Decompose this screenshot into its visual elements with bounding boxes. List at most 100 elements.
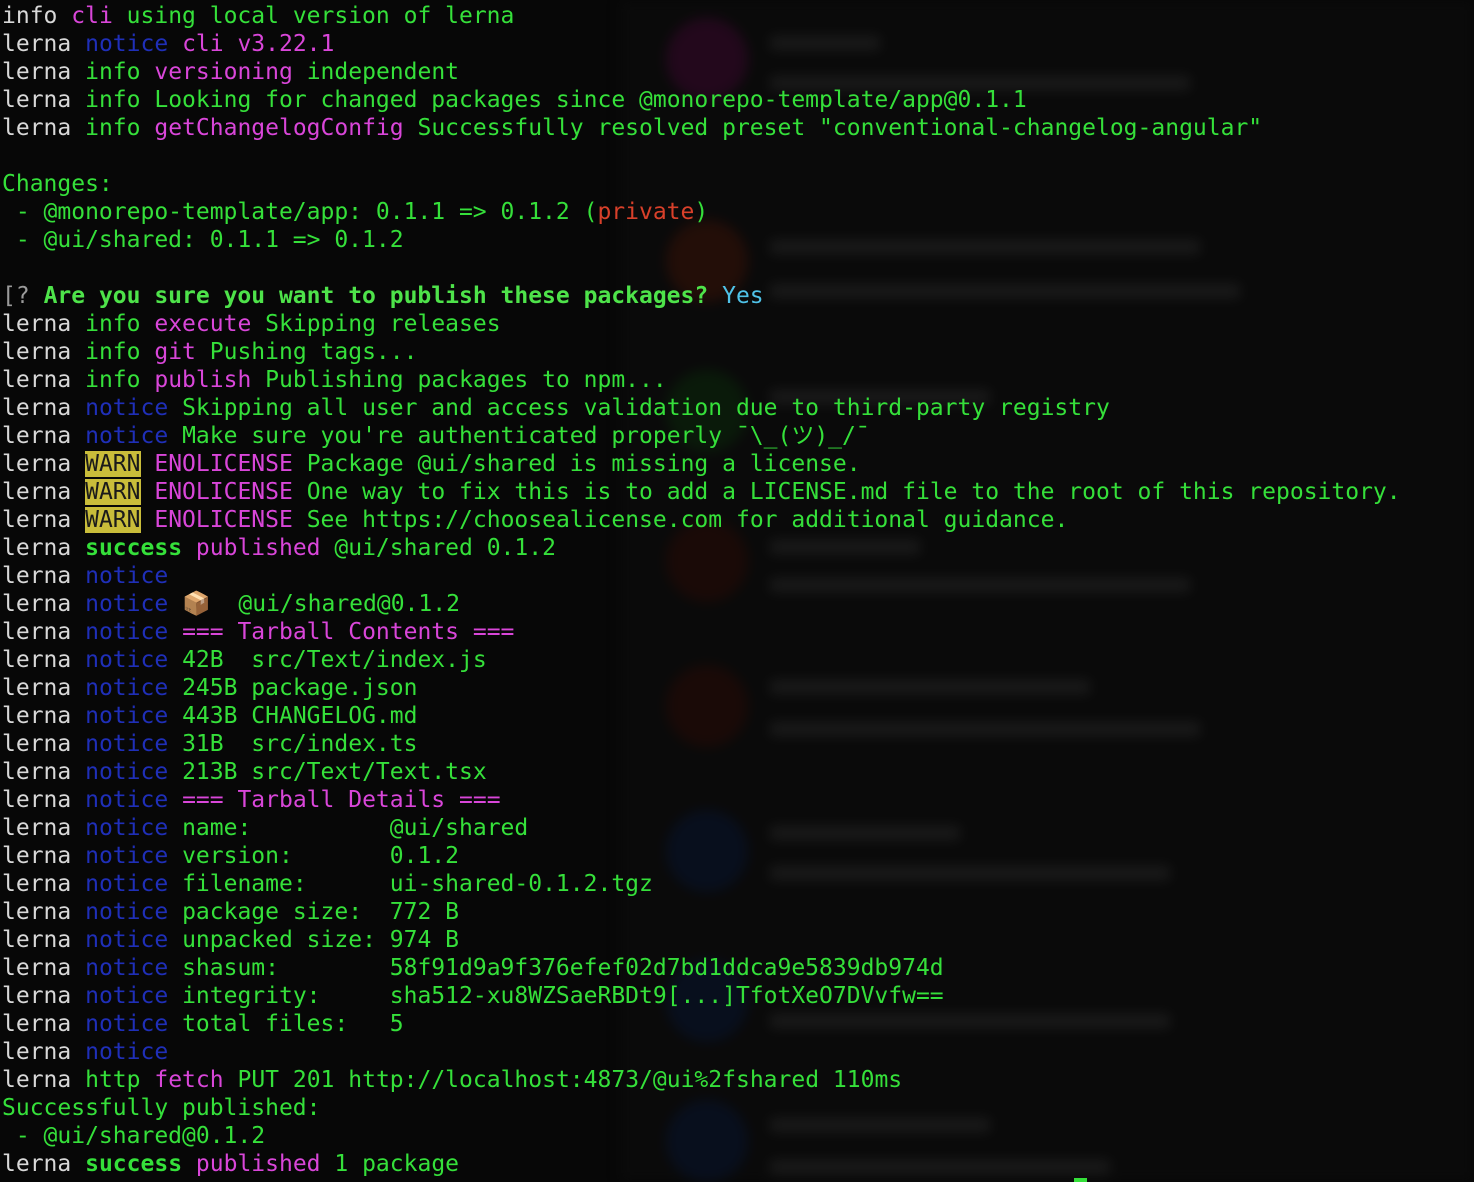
log-prefix: lerna — [2, 955, 72, 981]
log-prefix: info — [2, 3, 58, 29]
log-prefix: lerna — [2, 787, 72, 813]
log-level-notice: notice — [85, 843, 169, 869]
log-message: Looking for changed packages since @mono… — [154, 87, 1027, 113]
log-prefix: lerna — [2, 731, 72, 757]
terminal-line: lerna notice 213B src/Text/Text.tsx — [2, 758, 487, 786]
terminal-line: lerna notice 📦 @ui/shared@0.1.2 — [2, 590, 460, 618]
terminal-output[interactable]: info cli using local version of lerna ler… — [0, 0, 1474, 1182]
log-category: ENOLICENSE — [154, 451, 293, 477]
log-message: Skipping releases — [265, 311, 501, 337]
log-category: published — [195, 535, 321, 561]
log-message: info — [85, 367, 141, 393]
terminal-line: lerna notice — [2, 1038, 168, 1066]
terminal-line: lerna notice Make sure you're authentica… — [2, 422, 870, 450]
log-message: See https://choosealicense.com for addit… — [306, 507, 1069, 533]
log-prefix: lerna — [2, 535, 72, 561]
log-level-notice: notice — [85, 1011, 169, 1037]
log-message: One way to fix this is to add a LICENSE.… — [306, 479, 1401, 505]
log-level-notice: notice — [85, 983, 169, 1009]
log-message: Pushing tags... — [209, 339, 418, 365]
terminal-line: - @ui/shared@0.1.2 — [2, 1122, 265, 1150]
log-prefix: lerna — [2, 843, 72, 869]
terminal-line: lerna info git Pushing tags... — [2, 338, 417, 366]
log-message: - @ui/shared@0.1.2 — [2, 1123, 266, 1149]
log-category: ENOLICENSE — [154, 507, 293, 533]
log-level-notice: notice — [85, 563, 169, 589]
log-message: - @ui/shared: 0.1.1 => 0.1.2 — [2, 227, 404, 253]
terminal-line: lerna WARN ENOLICENSE One way to fix thi… — [2, 478, 1401, 506]
terminal-line: Changes: — [2, 170, 113, 198]
terminal-line: lerna info Looking for changed packages … — [2, 86, 1027, 114]
terminal-line: Successfully published: — [2, 1094, 321, 1122]
log-level-success: success — [85, 1151, 183, 1177]
log-level-notice: notice — [85, 395, 169, 421]
log-prefix: lerna — [2, 423, 72, 449]
log-level-warn-badge: WARN — [85, 507, 141, 533]
log-message: Skipping all user and access validation … — [182, 395, 1110, 421]
log-message: Successfully resolved preset "convention… — [417, 115, 1263, 141]
log-level-notice: notice — [85, 647, 169, 673]
log-message: independent — [306, 59, 460, 85]
log-message: Publishing packages to npm... — [265, 367, 667, 393]
terminal-line: lerna notice === Tarball Details === — [2, 786, 501, 814]
log-level-notice: notice — [85, 899, 169, 925]
log-level-notice: notice — [85, 31, 169, 57]
terminal-line: - @monorepo-template/app: 0.1.1 => 0.1.2… — [2, 198, 708, 226]
log-prefix: lerna — [2, 675, 72, 701]
terminal-line: lerna notice name: @ui/shared — [2, 814, 528, 842]
log-prefix: lerna — [2, 31, 72, 57]
log-prefix: lerna — [2, 703, 72, 729]
log-level-notice: notice — [85, 955, 169, 981]
terminal-line: lerna notice 245B package.json — [2, 674, 417, 702]
terminal-line: lerna success published 1 package — [2, 1150, 459, 1178]
log-message: @ui/shared 0.1.2 — [334, 535, 556, 561]
log-prefix: lerna — [2, 619, 72, 645]
log-message: 245B package.json — [182, 675, 418, 701]
prompt-answer: Yes — [722, 283, 764, 309]
log-level-warn-badge: WARN — [85, 451, 141, 477]
log-message: 213B src/Text/Text.tsx — [182, 759, 487, 785]
log-message: integrity: sha512-xu8WZSaeRBDt9[...]Tfot… — [182, 983, 944, 1009]
terminal-line: lerna notice 31B src/index.ts — [2, 730, 417, 758]
terminal-line: lerna info publish Publishing packages t… — [2, 366, 667, 394]
log-prefix: lerna — [2, 647, 72, 673]
log-level-warn-badge: WARN — [85, 479, 141, 505]
log-prefix: lerna — [2, 1151, 72, 1177]
terminal-line: info cli using local version of lerna — [2, 2, 514, 30]
terminal-line: lerna notice 42B src/Text/index.js — [2, 646, 487, 674]
prompt-question: Are you sure you want to publish these p… — [43, 283, 709, 309]
log-message: info — [85, 115, 141, 141]
log-level-notice: notice — [85, 619, 169, 645]
log-message: - @monorepo-template/app: 0.1.1 => 0.1.2… — [2, 199, 598, 225]
terminal-line: lerna notice 443B CHANGELOG.md — [2, 702, 417, 730]
log-prefix: lerna — [2, 759, 72, 785]
log-message: info — [85, 339, 141, 365]
log-prefix: lerna — [2, 899, 72, 925]
log-level-notice: notice — [85, 815, 169, 841]
log-level-notice: notice — [85, 731, 169, 757]
log-message: ) — [694, 199, 709, 225]
log-level-notice: notice — [85, 1039, 169, 1065]
log-prefix: lerna — [2, 871, 72, 897]
terminal-cursor — [1074, 1178, 1087, 1182]
log-prefix: lerna — [2, 115, 72, 141]
log-category: === Tarball Details === — [182, 787, 501, 813]
log-message: PUT 201 http://localhost:4873/@ui%2fshar… — [237, 1067, 903, 1093]
log-message: 443B CHANGELOG.md — [182, 703, 418, 729]
log-message: filename: ui-shared-0.1.2.tgz — [182, 871, 653, 897]
log-level-notice: notice — [85, 423, 169, 449]
log-prefix: lerna — [2, 479, 72, 505]
log-prefix: lerna — [2, 395, 72, 421]
terminal-line: lerna notice version: 0.1.2 — [2, 842, 459, 870]
log-category: publish — [154, 367, 252, 393]
terminal-line: [? Are you sure you want to publish thes… — [2, 282, 764, 310]
log-category: git — [154, 339, 196, 365]
terminal-line: lerna notice — [2, 562, 168, 590]
log-category: execute — [154, 311, 252, 337]
log-message: Package @ui/shared is missing a license. — [306, 451, 861, 477]
log-prefix: lerna — [2, 983, 72, 1009]
log-category: ENOLICENSE — [154, 479, 293, 505]
terminal-line: lerna info versioning independent — [2, 58, 459, 86]
log-prefix: lerna — [2, 815, 72, 841]
log-prefix: lerna — [2, 1067, 72, 1093]
